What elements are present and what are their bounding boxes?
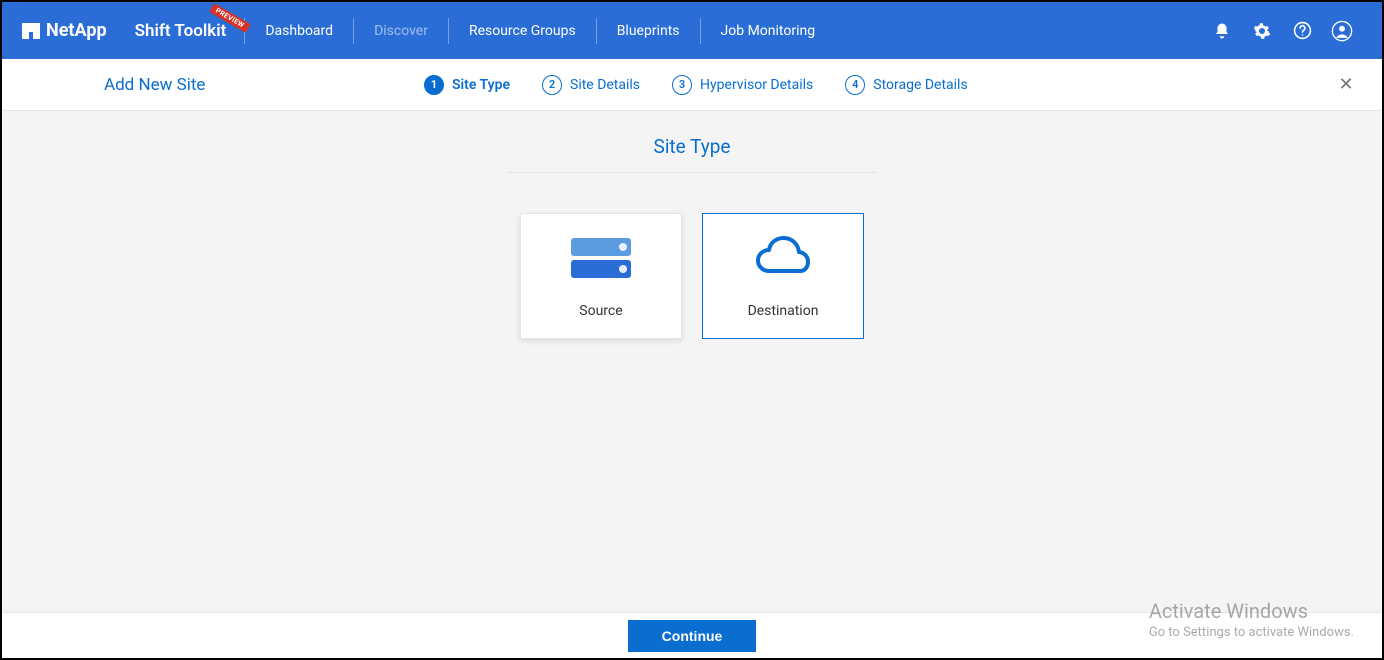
nav-resource-groups-label: Resource Groups: [469, 23, 576, 39]
choice-source[interactable]: Source: [520, 213, 682, 339]
netapp-logo-icon: [22, 23, 40, 39]
bell-icon[interactable]: [1202, 11, 1242, 51]
step-site-type[interactable]: 1 Site Type: [424, 75, 510, 95]
content-area: Site Type Source Destination: [2, 111, 1382, 339]
server-icon: [567, 233, 635, 283]
step-site-details[interactable]: 2 Site Details: [542, 75, 640, 95]
section-title: Site Type: [507, 135, 877, 173]
product-label: Shift Toolkit: [135, 21, 227, 41]
nav-dashboard-label: Dashboard: [265, 23, 333, 39]
close-icon: ✕: [1338, 74, 1353, 95]
nav-discover-label: Discover: [374, 23, 428, 39]
step-3-label: Hypervisor Details: [700, 77, 813, 93]
help-icon[interactable]: [1282, 11, 1322, 51]
user-icon[interactable]: [1322, 11, 1362, 51]
navbar: NetApp Shift Toolkit PREVIEW Dashboard D…: [2, 2, 1382, 59]
brand-logo[interactable]: NetApp: [22, 20, 107, 41]
choice-destination[interactable]: Destination: [702, 213, 864, 339]
footer-bar: Continue: [2, 612, 1382, 658]
step-4-label: Storage Details: [873, 77, 967, 93]
close-button[interactable]: ✕: [1334, 73, 1358, 97]
cloud-icon: [750, 233, 816, 283]
nav-resource-groups[interactable]: Resource Groups: [448, 18, 596, 44]
choice-destination-label: Destination: [748, 303, 819, 319]
stepper-bar: Add New Site 1 Site Type 2 Site Details …: [2, 59, 1382, 111]
modal-title: Add New Site: [104, 75, 424, 95]
nav-job-monitoring-label: Job Monitoring: [721, 23, 816, 39]
gear-icon[interactable]: [1242, 11, 1282, 51]
step-4-number: 4: [845, 75, 865, 95]
continue-button[interactable]: Continue: [628, 620, 757, 652]
nav-blueprints-label: Blueprints: [617, 23, 680, 39]
nav-dashboard[interactable]: Dashboard: [244, 18, 353, 44]
step-storage-details[interactable]: 4 Storage Details: [845, 75, 967, 95]
step-1-number: 1: [424, 75, 444, 95]
nav-discover[interactable]: Discover: [353, 18, 448, 44]
nav-blueprints[interactable]: Blueprints: [596, 18, 700, 44]
brand-name: NetApp: [46, 20, 107, 41]
step-2-label: Site Details: [570, 77, 640, 93]
step-hypervisor-details[interactable]: 3 Hypervisor Details: [672, 75, 813, 95]
choice-source-label: Source: [579, 303, 622, 319]
stepper: 1 Site Type 2 Site Details 3 Hypervisor …: [424, 75, 968, 95]
step-1-label: Site Type: [452, 77, 510, 93]
site-type-choices: Source Destination: [520, 213, 864, 339]
product-name: Shift Toolkit PREVIEW: [135, 21, 227, 41]
step-2-number: 2: [542, 75, 562, 95]
step-3-number: 3: [672, 75, 692, 95]
nav-job-monitoring[interactable]: Job Monitoring: [700, 18, 836, 44]
continue-button-label: Continue: [662, 628, 723, 644]
